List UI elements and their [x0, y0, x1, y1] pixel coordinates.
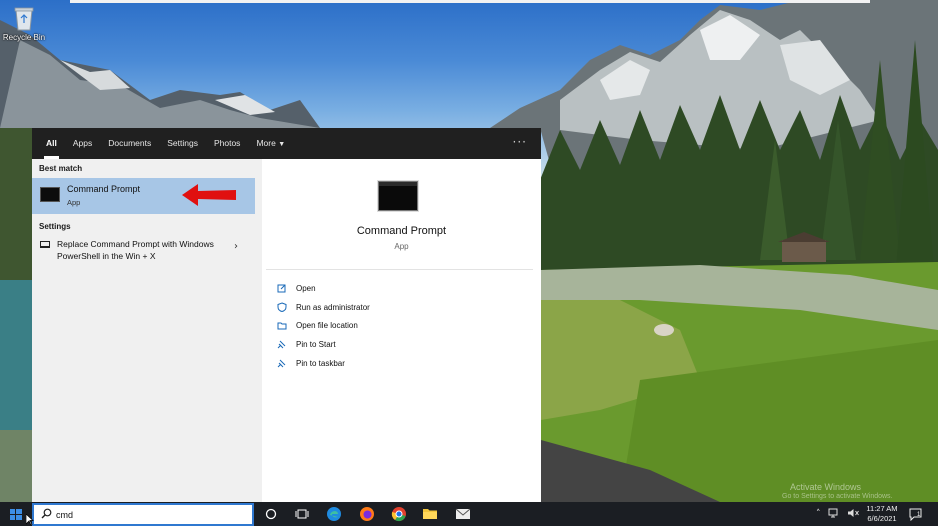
monitor-icon [40, 241, 50, 248]
edge-browser-icon [327, 507, 341, 521]
search-filter-bar: All Apps Documents Settings Photos More … [32, 128, 541, 159]
volume-icon[interactable] [847, 508, 859, 521]
action-pin-to-start-label: Pin to Start [296, 339, 336, 349]
taskbar-mail-button[interactable] [447, 502, 479, 526]
taskbar-edge-button[interactable] [318, 502, 350, 526]
notification-icon [909, 508, 922, 521]
taskbar-clock[interactable]: 11:27 AM 6/6/2021 [860, 504, 904, 524]
tab-apps-label: Apps [72, 138, 93, 148]
tab-apps[interactable]: Apps [65, 128, 100, 159]
best-match-heading: Best match [39, 164, 83, 173]
activate-windows-subtitle: Go to Settings to activate Windows. [782, 493, 893, 500]
preview-subtitle: App [394, 242, 409, 251]
action-center-button[interactable]: 1 [904, 502, 928, 526]
taskbar-firefox-button[interactable] [351, 502, 383, 526]
clock-date: 6/6/2021 [867, 514, 897, 523]
red-annotation-arrow-icon [182, 184, 236, 206]
best-match-subtitle: App [67, 198, 81, 207]
settings-result-text: Replace Command Prompt with Windows Powe… [57, 239, 214, 261]
mail-icon [455, 508, 471, 519]
tab-settings[interactable]: Settings [159, 128, 206, 159]
network-icon[interactable] [828, 508, 840, 521]
search-input[interactable] [56, 507, 236, 522]
taskbar-search-box[interactable] [32, 503, 254, 526]
taskbar-file-explorer-button[interactable] [414, 502, 446, 526]
firefox-icon [360, 507, 374, 521]
tab-documents-label: Documents [108, 138, 152, 148]
taskbar: ˄ 11:27 AM 6/6/2021 1 [0, 502, 938, 526]
action-open[interactable]: Open [276, 279, 370, 298]
open-icon [276, 283, 288, 293]
action-pin-to-start[interactable]: Pin to Start [276, 335, 370, 354]
pin-icon [276, 339, 288, 349]
tab-more[interactable]: More ▼ [248, 128, 293, 159]
tab-documents[interactable]: Documents [100, 128, 159, 159]
cortana-circle-icon [265, 508, 277, 520]
tab-all-label: All [46, 138, 57, 148]
tab-photos[interactable]: Photos [206, 128, 248, 159]
recycle-bin-shortcut[interactable]: Recycle Bin [2, 5, 46, 42]
action-open-file-location-label: Open file location [296, 321, 358, 331]
notification-count-badge: 1 [917, 512, 921, 518]
more-options-button[interactable]: ··· [513, 128, 527, 159]
preview-actions: Open Run as administrator Open file loca… [276, 279, 370, 372]
settings-heading: Settings [39, 222, 71, 231]
results-list: Best match Command Prompt App Settings R… [32, 159, 262, 502]
pin-icon [276, 358, 288, 368]
tab-photos-label: Photos [213, 138, 241, 148]
action-pin-to-taskbar-label: Pin to taskbar [296, 358, 345, 368]
chevron-up-icon[interactable]: ˄ [816, 509, 821, 519]
taskbar-chrome-button[interactable] [383, 502, 415, 526]
folder-icon [423, 509, 437, 519]
chevron-down-icon: ▼ [278, 141, 286, 148]
tab-settings-label: Settings [167, 138, 198, 148]
action-run-as-admin-label: Run as administrator [296, 302, 370, 312]
system-tray: ˄ [816, 502, 859, 526]
shield-icon [276, 302, 288, 313]
action-pin-to-taskbar[interactable]: Pin to taskbar [276, 354, 370, 373]
activate-windows-title: Activate Windows [790, 482, 862, 492]
action-run-as-administrator[interactable]: Run as administrator [276, 298, 370, 317]
action-open-label: Open [296, 283, 316, 293]
action-open-file-location[interactable]: Open file location [276, 316, 370, 335]
recycle-bin-label: Recycle Bin [2, 33, 46, 42]
tab-more-label: More [256, 138, 276, 148]
folder-icon [276, 321, 288, 331]
cortana-button[interactable] [255, 502, 287, 526]
recycle-bin-icon [13, 5, 35, 31]
mouse-cursor-icon [26, 514, 34, 526]
task-view-icon [295, 509, 309, 519]
tab-all[interactable]: All [38, 128, 65, 159]
preview-divider [266, 269, 533, 270]
task-view-button[interactable] [286, 502, 318, 526]
chevron-right-icon[interactable]: › [234, 241, 238, 252]
best-match-title: Command Prompt [67, 184, 141, 194]
clock-time: 11:27 AM [866, 504, 898, 513]
preview-title: Command Prompt [356, 225, 447, 237]
result-preview-pane: Command Prompt App Open Run as administr… [262, 159, 541, 502]
settings-result-replace-cmd[interactable]: Replace Command Prompt with Windows Powe… [32, 235, 255, 269]
window-edge-strip [70, 0, 870, 3]
command-prompt-large-icon [378, 181, 418, 211]
search-icon [41, 508, 52, 522]
windows-search-panel: All Apps Documents Settings Photos More … [32, 128, 541, 502]
best-match-command-prompt[interactable]: Command Prompt App [32, 178, 255, 214]
command-prompt-icon [40, 187, 60, 202]
chrome-icon [391, 507, 406, 522]
